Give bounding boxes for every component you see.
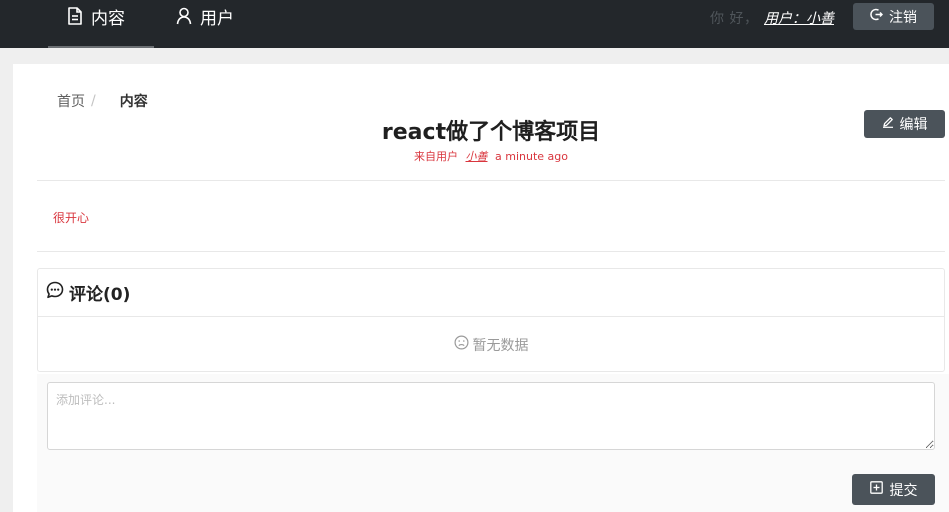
empty-state: 暂无数据 bbox=[38, 317, 944, 372]
comment-input[interactable] bbox=[47, 382, 935, 450]
divider bbox=[37, 251, 945, 252]
file-text-icon bbox=[67, 7, 83, 25]
submit-button-label: 提交 bbox=[889, 482, 918, 499]
divider bbox=[37, 180, 945, 181]
comments-title: 评论(0) bbox=[69, 285, 131, 305]
post-author-link[interactable]: 小善 bbox=[466, 150, 488, 163]
post-title: react做了个博客项目 bbox=[381, 120, 601, 145]
plus-square-icon bbox=[869, 481, 883, 498]
edit-button-label: 编辑 bbox=[899, 117, 928, 133]
active-tab-indicator bbox=[48, 46, 154, 48]
top-navbar: 内容 用户 你 好， 用户：小善 注销 bbox=[0, 0, 949, 48]
post-body: 很开心 bbox=[53, 211, 90, 225]
post-time: a minute ago bbox=[495, 150, 568, 163]
logout-icon bbox=[870, 8, 884, 25]
edit-button[interactable]: 编辑 bbox=[864, 110, 945, 138]
empty-state-text: 暂无数据 bbox=[472, 337, 529, 354]
logout-button[interactable]: 注销 bbox=[853, 3, 934, 30]
comments-card: 评论(0) 暂无数据 bbox=[37, 268, 945, 372]
breadcrumb-separator: / bbox=[91, 93, 96, 109]
submit-button[interactable]: 提交 bbox=[852, 474, 935, 505]
nav-item-users-label: 用户 bbox=[200, 8, 234, 29]
pencil-icon bbox=[882, 116, 894, 132]
greeting-text: 你 好， bbox=[710, 11, 759, 27]
message-bubble-icon bbox=[46, 281, 64, 304]
post-meta-prefix: 来自用户 bbox=[414, 150, 458, 163]
user-profile-link[interactable]: 用户：小善 bbox=[764, 8, 834, 28]
nav-item-content[interactable]: 内容 bbox=[67, 4, 125, 29]
breadcrumb-home[interactable]: 首页 bbox=[57, 91, 85, 111]
main-panel: 首页 / 内容 react做了个博客项目 来自用户 小善 a minute ag… bbox=[13, 64, 949, 512]
nav-item-content-label: 内容 bbox=[91, 8, 125, 29]
logout-button-label: 注销 bbox=[889, 9, 917, 26]
user-icon bbox=[176, 7, 192, 25]
breadcrumb-current: 内容 bbox=[119, 94, 148, 110]
breadcrumb: 首页 / 内容 bbox=[57, 91, 148, 111]
frown-icon bbox=[453, 335, 469, 354]
post-meta: 来自用户 小善 a minute ago bbox=[13, 148, 949, 164]
comment-composer: 提交 bbox=[37, 374, 949, 512]
comments-header: 评论(0) bbox=[38, 269, 944, 317]
nav-item-users[interactable]: 用户 bbox=[176, 4, 234, 29]
